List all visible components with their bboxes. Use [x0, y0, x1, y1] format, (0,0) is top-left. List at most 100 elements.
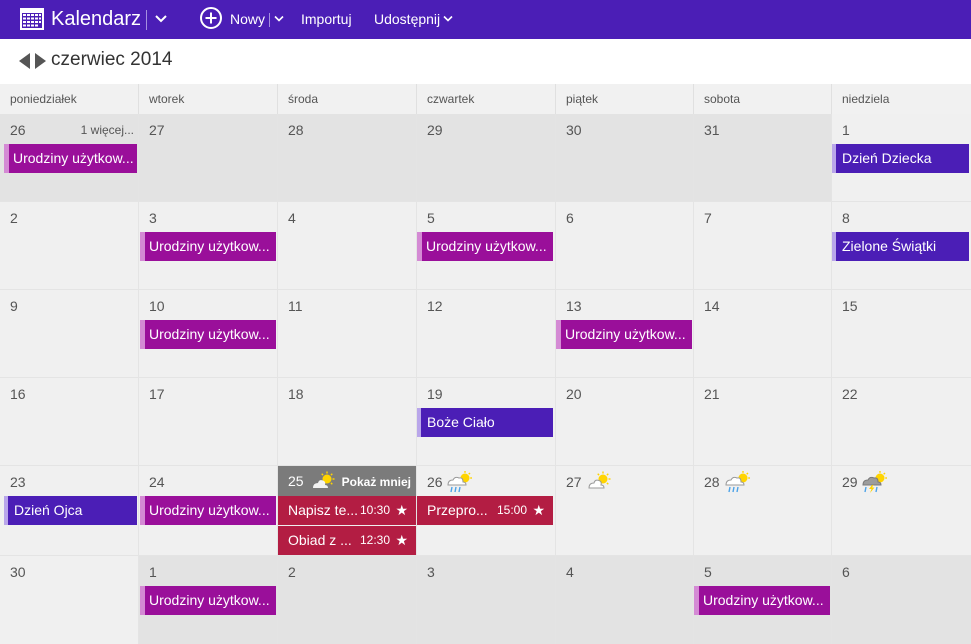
- chevron-down-icon[interactable]: [274, 15, 284, 23]
- day-number: 6: [842, 564, 850, 580]
- day-cell[interactable]: 30: [0, 556, 139, 644]
- task-event[interactable]: Napisz te... 10:30 ★: [278, 496, 416, 525]
- day-cell[interactable]: 22: [832, 378, 971, 466]
- birthday-event[interactable]: Urodziny użytkow...: [556, 320, 692, 349]
- day-number: 12: [427, 298, 443, 314]
- event-title: Urodziny użytkow...: [149, 592, 270, 608]
- day-cell[interactable]: 4: [278, 202, 417, 290]
- day-cell[interactable]: 2: [278, 556, 417, 644]
- day-number: 19: [427, 386, 443, 402]
- day-cell[interactable]: 18: [278, 378, 417, 466]
- day-cell[interactable]: 3: [417, 556, 556, 644]
- event-title: Dzień Ojca: [14, 502, 83, 518]
- day-cell[interactable]: 6: [556, 202, 694, 290]
- task-event[interactable]: Przepro... 15:00 ★: [417, 496, 553, 525]
- day-cell[interactable]: 16: [0, 378, 139, 466]
- task-time: 15:00: [496, 503, 527, 517]
- birthday-event[interactable]: Urodziny użytkow...: [140, 232, 276, 261]
- day-number: 2: [10, 210, 18, 226]
- weekday-header: czwartek: [417, 84, 556, 114]
- show-less-button[interactable]: Pokaż mniej: [342, 475, 411, 489]
- birthday-event[interactable]: Urodziny użytkow...: [694, 586, 830, 615]
- share-button[interactable]: Udostępnij: [374, 0, 440, 39]
- day-cell[interactable]: 17: [139, 378, 278, 466]
- day-number: 3: [427, 564, 435, 580]
- birthday-event[interactable]: Urodziny użytkow...: [4, 144, 137, 173]
- plus-icon[interactable]: [200, 7, 222, 29]
- holiday-event[interactable]: Boże Ciało: [417, 408, 553, 437]
- weekday-header: niedziela: [832, 84, 971, 114]
- chevron-down-icon[interactable]: [443, 15, 453, 23]
- task-title: Napisz te...: [288, 502, 359, 518]
- star-icon[interactable]: ★: [395, 526, 408, 555]
- holiday-event[interactable]: Dzień Dziecka: [832, 144, 969, 173]
- day-number: 8: [842, 210, 850, 226]
- calendar-icon[interactable]: [20, 8, 44, 30]
- day-cell[interactable]: 6: [832, 556, 971, 644]
- star-icon[interactable]: ★: [532, 496, 545, 525]
- day-number: 11: [288, 298, 303, 314]
- day-cell[interactable]: 28: [694, 466, 832, 556]
- birthday-event[interactable]: Urodziny użytkow...: [140, 586, 276, 615]
- day-number: 1: [149, 564, 157, 580]
- next-month-arrow-icon[interactable]: [35, 53, 46, 69]
- birthday-event[interactable]: Urodziny użytkow...: [140, 320, 276, 349]
- birthday-event[interactable]: Urodziny użytkow...: [140, 496, 276, 525]
- day-number: 24: [149, 474, 165, 490]
- event-title: Dzień Dziecka: [842, 150, 932, 166]
- weekday-header: poniedziałek: [0, 84, 139, 114]
- day-number: 21: [704, 386, 720, 402]
- day-cell[interactable]: 12: [417, 290, 556, 378]
- previous-month-arrow-icon[interactable]: [19, 53, 30, 69]
- day-cell[interactable]: 9: [0, 290, 139, 378]
- day-number: 20: [566, 386, 582, 402]
- partly-sunny-icon: [588, 471, 611, 489]
- day-number: 16: [10, 386, 26, 402]
- holiday-event[interactable]: Zielone Świątki: [832, 232, 969, 261]
- star-icon[interactable]: ★: [395, 496, 408, 525]
- event-title: Urodziny użytkow...: [149, 326, 270, 342]
- day-number: 27: [149, 122, 165, 138]
- day-cell[interactable]: 21: [694, 378, 832, 466]
- holiday-event[interactable]: Dzień Ojca: [4, 496, 137, 525]
- day-cell[interactable]: 27: [556, 466, 694, 556]
- day-cell[interactable]: 29: [417, 114, 556, 202]
- more-events-link[interactable]: 1 więcej...: [81, 123, 134, 137]
- day-cell[interactable]: 7: [694, 202, 832, 290]
- task-title: Przepro...: [427, 502, 488, 518]
- day-number: 26: [427, 474, 443, 490]
- day-number: 26: [10, 122, 26, 138]
- event-title: Zielone Świątki: [842, 238, 937, 254]
- task-event[interactable]: Obiad z ... 12:30 ★: [278, 526, 416, 555]
- birthday-event[interactable]: Urodziny użytkow...: [417, 232, 553, 261]
- day-cell[interactable]: 29: [832, 466, 971, 556]
- month-title[interactable]: czerwiec 2014: [51, 49, 172, 71]
- day-cell[interactable]: 30: [556, 114, 694, 202]
- day-cell[interactable]: 11: [278, 290, 417, 378]
- chevron-down-icon[interactable]: [155, 14, 167, 24]
- import-button[interactable]: Importuj: [301, 0, 352, 39]
- event-title: Urodziny użytkow...: [703, 592, 824, 608]
- day-cell[interactable]: 4: [556, 556, 694, 644]
- day-cell[interactable]: 27: [139, 114, 278, 202]
- day-cell[interactable]: 28: [278, 114, 417, 202]
- day-cell[interactable]: 31: [694, 114, 832, 202]
- new-button[interactable]: Nowy: [230, 0, 265, 39]
- day-cell[interactable]: 2: [0, 202, 139, 290]
- weekday-header: piątek: [556, 84, 694, 114]
- divider: [269, 13, 270, 27]
- event-title: Boże Ciało: [427, 414, 495, 430]
- app-title[interactable]: Kalendarz: [51, 0, 141, 39]
- day-number: 13: [566, 298, 582, 314]
- day-number: 2: [288, 564, 296, 580]
- day-cell[interactable]: 14: [694, 290, 832, 378]
- storm-sun-icon: [862, 471, 887, 493]
- day-number: 29: [427, 122, 443, 138]
- day-number: 27: [566, 474, 582, 490]
- event-title: Urodziny użytkow...: [149, 502, 270, 518]
- weekday-header: środa: [278, 84, 417, 114]
- day-number: 30: [566, 122, 582, 138]
- day-cell[interactable]: 20: [556, 378, 694, 466]
- day-number: 28: [288, 122, 304, 138]
- day-cell[interactable]: 15: [832, 290, 971, 378]
